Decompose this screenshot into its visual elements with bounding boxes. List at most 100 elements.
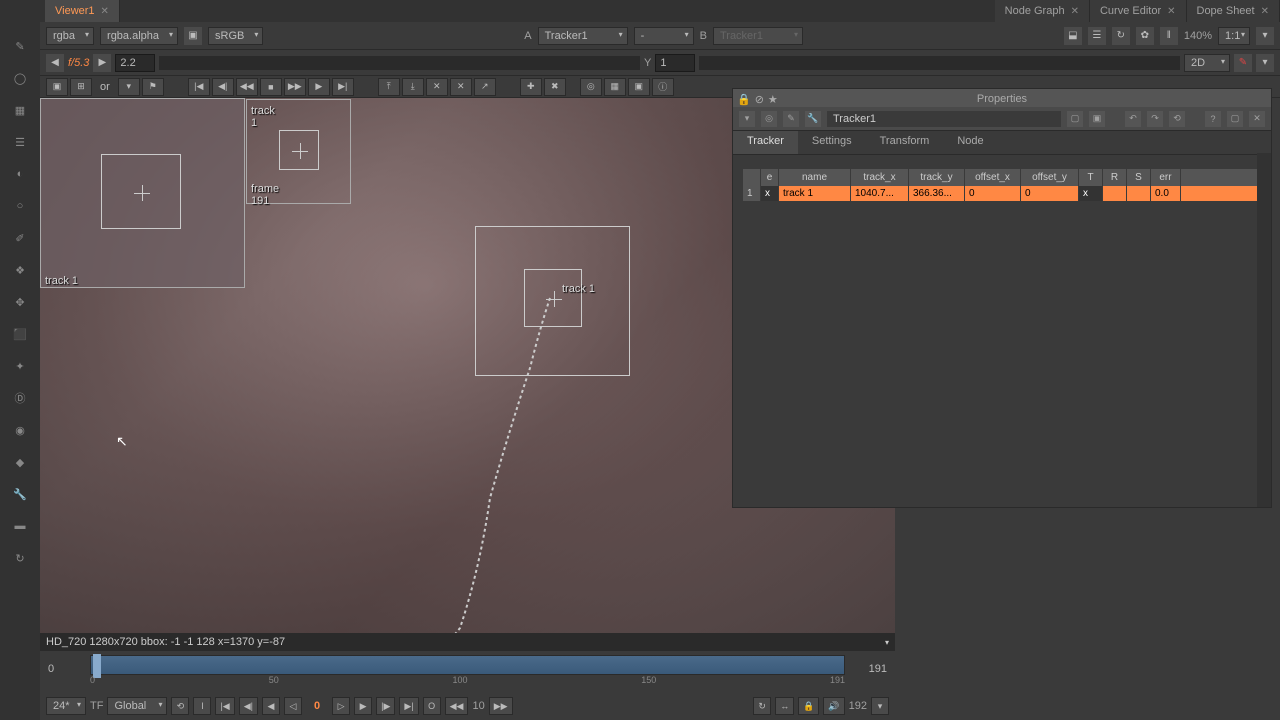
stop-icon[interactable]: ■ [260,78,282,96]
list-icon[interactable]: ☰ [1088,27,1106,45]
clear-out-icon[interactable]: ✕ [450,78,472,96]
close-icon[interactable]: ✕ [1071,6,1079,17]
edit-icon[interactable]: ▢ [1067,111,1083,127]
play-fwd-icon[interactable]: ▶ [354,697,372,715]
skip-back-icon[interactable]: ◀◀ [445,697,469,715]
row-name[interactable]: track 1 [779,186,851,201]
col-e[interactable]: e [761,169,779,186]
tool-layers-icon[interactable]: ❖ [10,260,30,280]
current-frame[interactable]: 0 [306,700,328,712]
prev-key-icon[interactable]: ◀| [212,78,234,96]
ratio-dropdown[interactable]: 1:1 [1218,27,1250,45]
prev-icon[interactable]: ◀ [46,54,64,72]
tool-pen-icon[interactable]: ✎ [10,36,30,56]
node-name-field[interactable]: Tracker1 [827,111,1061,127]
tool-eye-icon[interactable]: ◉ [10,420,30,440]
tool-folder-icon[interactable]: ▬ [10,516,30,536]
next-key-icon[interactable]: |▶ [376,697,395,715]
copy-icon[interactable]: ▣ [1089,111,1105,127]
tool-circle-icon[interactable]: ○ [10,196,30,216]
close-icon[interactable]: ✕ [1261,6,1269,17]
lock-icon[interactable]: 🔒 [798,697,819,715]
tab-node[interactable]: Node [943,131,997,154]
float-icon[interactable]: ▢ [1227,111,1243,127]
tool-spark-icon[interactable]: ✦ [10,356,30,376]
tool-refresh-icon[interactable]: ↻ [10,548,30,568]
collapse-icon[interactable]: ▾ [739,111,755,127]
next-icon[interactable]: ▶ [93,54,111,72]
range-in-icon[interactable]: ⤒ [378,78,400,96]
expand-icon[interactable]: ▾ [1256,27,1274,45]
timeline-track[interactable] [90,655,845,675]
tab-curve-editor[interactable]: Curve Editor ✕ [1090,0,1187,22]
col-r[interactable]: R [1103,169,1127,186]
tab-settings[interactable]: Settings [798,131,866,154]
play-back-icon[interactable]: ◀ [262,697,280,715]
arrow-icon[interactable]: ↗ [474,78,496,96]
help-icon[interactable]: ? [1205,111,1221,127]
proxy-icon[interactable]: ⊞ [70,78,92,96]
alpha-dropdown[interactable]: rgba.alpha [100,27,178,45]
col-err[interactable]: err [1151,169,1181,186]
row-track-x[interactable]: 1040.7... [851,186,909,201]
tracker-search-box[interactable] [475,226,630,376]
grid-icon[interactable]: ▦ [604,78,626,96]
y-input[interactable]: 1 [655,54,695,72]
step-fwd-icon[interactable]: ▷ [332,697,350,715]
tool-3d-icon[interactable]: ⬛ [10,324,30,344]
more-icon[interactable]: ▾ [871,697,889,715]
first-icon[interactable]: |◀ [215,697,234,715]
wipe-icon[interactable]: ⬓ [1064,27,1082,45]
center-icon[interactable]: ◎ [580,78,602,96]
fps-dropdown[interactable]: 24* [46,697,86,715]
fav-icon[interactable]: ★ [768,93,778,106]
prev-key-icon[interactable]: ◀| [239,697,258,715]
table-row[interactable]: 1 x track 1 1040.7... 366.36... 0 0 x 0.… [743,186,1261,201]
flag-icon[interactable]: ⚑ [142,78,164,96]
clear-in-icon[interactable]: ✕ [426,78,448,96]
row-offset-y[interactable]: 0 [1021,186,1079,201]
timeline[interactable]: 0 0 50 100 150 191 191 [40,651,895,693]
clip-icon[interactable]: ▣ [184,27,202,45]
tool-clock-icon[interactable]: ◯ [10,68,30,88]
gamma-slider[interactable] [159,56,640,70]
step-fwd-icon[interactable]: ▶▶ [284,78,306,96]
last-frame-icon[interactable]: ▶| [332,78,354,96]
wrench-icon[interactable]: 🔧 [805,111,821,127]
tab-node-graph[interactable]: Node Graph ✕ [995,0,1090,22]
col-t[interactable]: T [1079,169,1103,186]
play-icon[interactable]: ▶ [308,78,330,96]
tool-draw-icon[interactable]: ✐ [10,228,30,248]
chevron-down-icon[interactable]: ▾ [118,78,140,96]
del-track-icon[interactable]: ✖ [544,78,566,96]
lock-icon[interactable]: 🔒 [737,93,751,106]
mode-dropdown[interactable]: 2D [1184,54,1230,72]
add-track-icon[interactable]: ✚ [520,78,542,96]
y-slider[interactable] [699,56,1180,70]
o-button[interactable]: O [423,697,441,715]
wand-icon[interactable]: ✎ [1234,54,1252,72]
tool-tag-icon[interactable]: ◆ [10,452,30,472]
colorspace-dropdown[interactable]: sRGB [208,27,263,45]
pause-icon[interactable]: ‖ [1160,27,1178,45]
a-sub-dropdown[interactable]: - [634,27,694,45]
properties-title-bar[interactable]: 🔒 ⊘ ★ Properties [733,89,1271,107]
last-icon[interactable]: ▶| [399,697,418,715]
tool-move-icon[interactable]: ✥ [10,292,30,312]
a-node-dropdown[interactable]: Tracker1 [538,27,628,45]
tracker-pattern-box[interactable] [524,269,582,327]
redo-icon[interactable]: ↷ [1147,111,1163,127]
row-r[interactable] [1103,186,1127,201]
range-out-icon[interactable]: ⤓ [402,78,424,96]
skip-fwd-icon[interactable]: ▶▶ [489,697,513,715]
b-node-dropdown[interactable]: Tracker1 [713,27,803,45]
overlay-icon[interactable]: ▣ [628,78,650,96]
tool-channel-icon[interactable]: ▦ [10,100,30,120]
tool-color-icon[interactable]: ◐ [10,164,30,184]
tab-dope-sheet[interactable]: Dope Sheet ✕ [1187,0,1280,22]
step-value[interactable]: 10 [472,700,484,712]
bounce-icon[interactable]: ↔ [775,697,794,715]
close-icon[interactable]: ✕ [1249,111,1265,127]
row-offset-x[interactable]: 0 [965,186,1021,201]
gamma-input[interactable]: 2.2 [115,54,155,72]
